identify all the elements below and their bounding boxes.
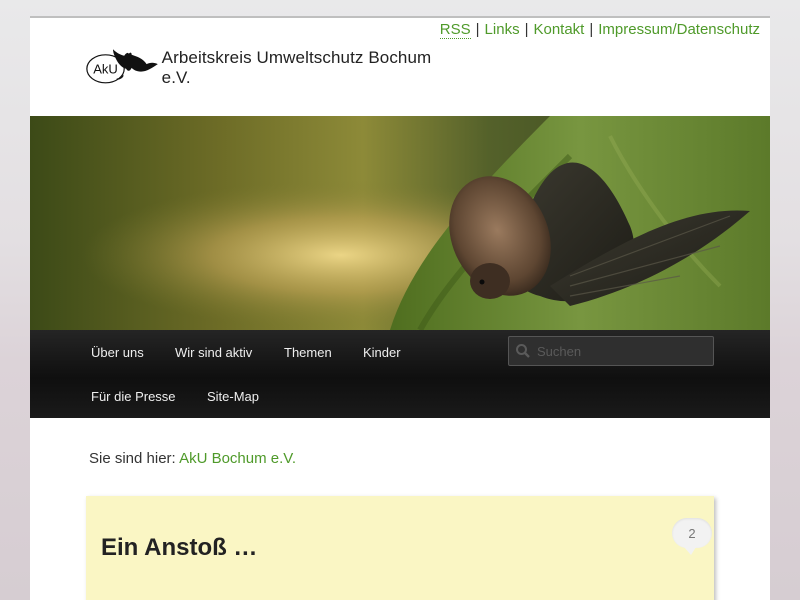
breadcrumb: Sie sind hier: AkU Bochum e.V. <box>89 450 296 467</box>
search-box[interactable] <box>508 336 714 366</box>
nav-kinder[interactable]: Kinder <box>363 345 401 360</box>
search-icon <box>516 344 530 358</box>
links-link[interactable]: Links <box>485 21 520 38</box>
nav-ueber-uns[interactable]: Über uns <box>91 345 144 360</box>
logo-initials: AkU <box>93 61 118 76</box>
nav-themen[interactable]: Themen <box>284 345 332 360</box>
hero-bat-image <box>30 116 770 330</box>
kontakt-link[interactable]: Kontakt <box>533 21 584 38</box>
comment-count: 2 <box>688 525 696 541</box>
link-separator: | <box>589 21 594 38</box>
nav-wir-sind-aktiv[interactable]: Wir sind aktiv <box>175 345 252 360</box>
nav-site-map[interactable]: Site-Map <box>207 389 259 404</box>
page-container: RSS | Links | Kontakt | Impressum/Datenschutz … <box>30 16 770 600</box>
main-navigation: Über uns Wir sind aktiv Themen Kinder Fü… <box>30 330 770 418</box>
link-separator: | <box>475 21 480 38</box>
comment-count-bubble[interactable]: 2 <box>672 518 712 555</box>
site-logo[interactable]: AkU Arbeitskreis Umweltschutz Bochum e.V… <box>85 42 445 90</box>
featured-post: Ein Anstoß … 2 <box>86 496 714 600</box>
bat-logo-icon: AkU <box>86 49 158 84</box>
post-title[interactable]: Ein Anstoß … <box>101 534 257 562</box>
search-input[interactable] <box>537 343 697 359</box>
top-links: RSS | Links | Kontakt | Impressum/Datenschutz <box>439 21 760 39</box>
rss-link[interactable]: RSS <box>439 21 471 39</box>
link-separator: | <box>524 21 529 38</box>
site-name: Arbeitskreis Umweltschutz Bochum e.V. <box>161 48 432 87</box>
breadcrumb-home-link[interactable]: AkU Bochum e.V. <box>179 450 296 467</box>
breadcrumb-prefix: Sie sind hier: <box>89 450 180 467</box>
impressum-link[interactable]: Impressum/Datenschutz <box>598 21 760 38</box>
nav-fuer-die-presse[interactable]: Für die Presse <box>91 389 176 404</box>
